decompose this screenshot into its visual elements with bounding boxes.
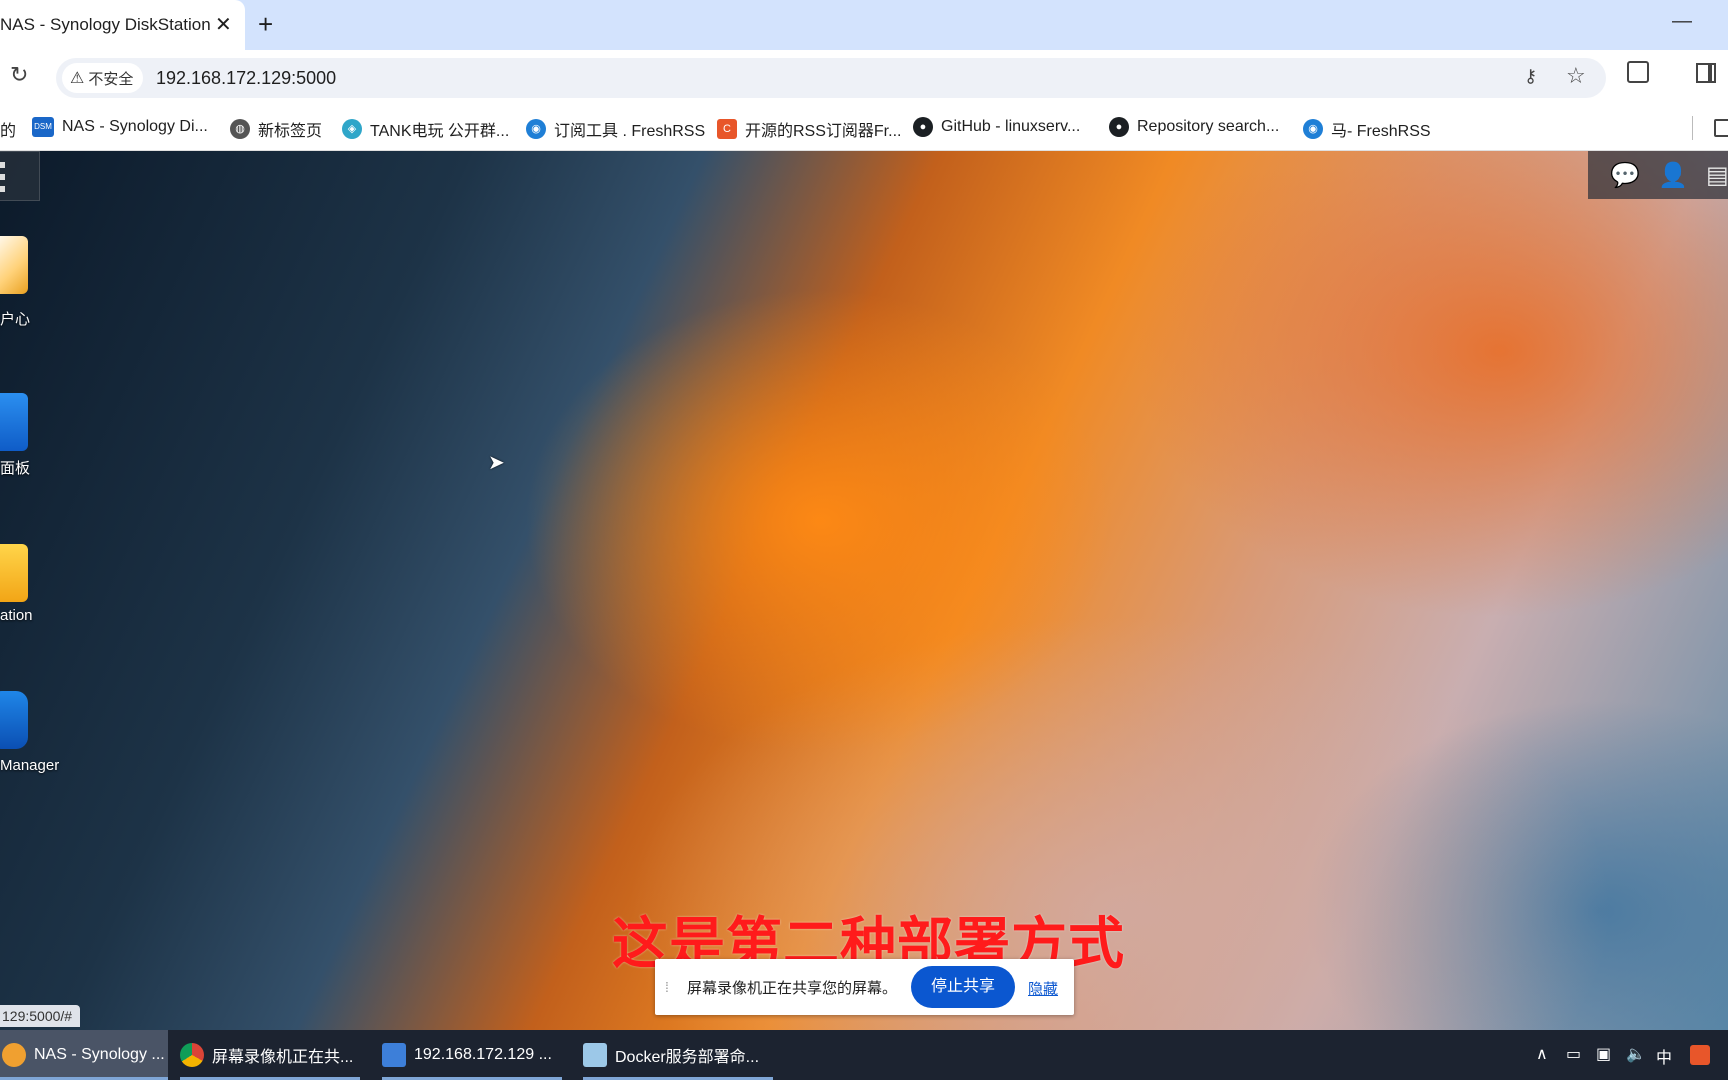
control-panel-icon	[0, 393, 28, 451]
security-chip[interactable]: ⚠ 不安全	[62, 63, 144, 93]
main-menu-button[interactable]	[0, 151, 40, 201]
new-tab-button[interactable]: +	[258, 9, 273, 40]
tab-close-icon[interactable]: ✕	[215, 12, 232, 37]
desktop-shortcut-label: 面板	[0, 460, 31, 477]
tab-title: NAS - Synology DiskStation	[0, 15, 211, 34]
taskbar-item-notepad[interactable]: Docker服务部署命...	[583, 1030, 773, 1080]
bookmark-freshrss-tool[interactable]: ◉ 订阅工具 . FreshRSS	[526, 117, 705, 141]
file-station-icon	[0, 544, 28, 602]
desktop-shortcut-label: ation	[0, 607, 33, 624]
taskbar-item-nas[interactable]: NAS - Synology ...	[0, 1030, 168, 1080]
taskbar-label: Docker服务部署命...	[615, 1049, 760, 1066]
extensions-icon[interactable]	[1627, 61, 1649, 83]
taskbar-item-screen-recorder[interactable]: 屏幕录像机正在共...	[180, 1030, 360, 1080]
bookmark-label: NAS - Synology Di...	[62, 118, 208, 135]
globe-icon: ◍	[230, 119, 250, 139]
bookmark-github-linuxserver[interactable]: ● GitHub - linuxserv...	[913, 117, 1080, 137]
tab-strip: NAS - Synology DiskStation ✕ + —	[0, 0, 1728, 50]
github-icon: ●	[913, 117, 933, 137]
security-label: 不安全	[88, 70, 134, 88]
bookmarks-bar: 的 DSM NAS - Synology Di... ◍ 新标签页 ◈ TANK…	[0, 106, 1728, 151]
taskbar-item-remote-desktop[interactable]: 192.168.172.129 ...	[382, 1030, 562, 1080]
side-panel-icon[interactable]	[1696, 63, 1716, 83]
bookmark-tank[interactable]: ◈ TANK电玩 公开群...	[342, 117, 509, 141]
taskbar-label: NAS - Synology ...	[34, 1046, 165, 1063]
bookmark-label: 开源的RSS订阅器Fr...	[745, 123, 902, 140]
chrome-icon	[2, 1043, 26, 1067]
github-icon: ●	[1109, 117, 1129, 137]
hide-link[interactable]: 隐藏	[1028, 978, 1058, 999]
windows-taskbar: NAS - Synology ... 屏幕录像机正在共... 192.168.1…	[0, 1030, 1728, 1080]
bookmark-repo-search[interactable]: ● Repository search...	[1109, 117, 1279, 137]
package-center-icon	[0, 236, 28, 294]
dsm-icon: DSM	[32, 117, 54, 137]
notepad-icon	[583, 1043, 607, 1067]
warning-icon: ⚠	[70, 70, 85, 87]
minimize-button[interactable]: —	[1672, 10, 1692, 33]
desktop-shortcut-label: Manager	[0, 757, 60, 774]
bookmark-label: Repository search...	[1137, 118, 1280, 135]
url-text[interactable]: 192.168.172.129:5000	[156, 68, 336, 89]
tank-icon: ◈	[342, 119, 362, 139]
input-method-icon[interactable]	[1690, 1045, 1710, 1065]
dsm-desktop: 💬 👤 ▤ 户心 面板 ation Manager ➤ 这是第二种部署方式 ⁞ …	[0, 151, 1728, 1030]
status-url-bubble: 129:5000/#	[0, 1005, 81, 1027]
bookmark-label: GitHub - linuxserv...	[941, 118, 1081, 135]
bookmark-new-tab[interactable]: ◍ 新标签页	[230, 117, 322, 141]
share-message: 屏幕录像机正在共享您的屏幕。	[687, 980, 898, 997]
taskbar-label: 屏幕录像机正在共...	[212, 1049, 354, 1066]
chrome-icon	[180, 1043, 204, 1067]
ime-indicator[interactable]: 中	[1656, 1044, 1672, 1068]
network-icon[interactable]: ▣	[1596, 1044, 1611, 1064]
csdn-icon: C	[717, 119, 737, 139]
browser-toolbar: ↻ ⚠ 不安全 192.168.172.129:5000 ⚷ ☆	[0, 50, 1728, 106]
bookmark-label: TANK电玩 公开群...	[370, 123, 510, 140]
notification-icon[interactable]: 💬	[1610, 161, 1640, 190]
dsm-top-tray: 💬 👤 ▤	[1588, 151, 1728, 199]
freshrss-icon: ◉	[526, 119, 546, 139]
address-bar[interactable]: ⚠ 不安全 192.168.172.129:5000 ⚷ ☆	[56, 58, 1606, 98]
taskbar-label: 192.168.172.129 ...	[414, 1046, 552, 1063]
drag-handle-icon[interactable]: ⁞	[665, 979, 669, 995]
bookmark-nas[interactable]: DSM NAS - Synology Di...	[32, 117, 208, 137]
bookmark-label: 订阅工具 . FreshRSS	[554, 123, 706, 140]
key-icon[interactable]: ⚷	[1524, 66, 1537, 87]
volume-icon[interactable]: 🔈	[1626, 1044, 1646, 1064]
bookmark-star-icon[interactable]: ☆	[1566, 63, 1586, 89]
bookmark-csdn[interactable]: C 开源的RSS订阅器Fr...	[717, 117, 901, 141]
tab-active[interactable]: NAS - Synology DiskStation ✕	[0, 0, 245, 50]
user-icon[interactable]: 👤	[1658, 161, 1688, 190]
folder-icon[interactable]	[1714, 119, 1728, 137]
desktop-shortcut-label: 户心	[0, 311, 31, 328]
bookmark-freshrss[interactable]: ◉ 马- FreshRSS	[1303, 117, 1431, 141]
reload-icon[interactable]: ↻	[10, 62, 28, 88]
screen-share-bar: ⁞ 屏幕录像机正在共享您的屏幕。 停止共享 隐藏	[655, 959, 1074, 1015]
remote-desktop-icon	[382, 1043, 406, 1067]
bookmark-truncated[interactable]: 的	[0, 117, 16, 141]
stop-sharing-button[interactable]: 停止共享	[911, 966, 1015, 1008]
bookmark-label: 马- FreshRSS	[1331, 123, 1431, 140]
container-manager-icon	[0, 691, 28, 749]
freshrss-icon: ◉	[1303, 119, 1323, 139]
show-hidden-icons-chevron[interactable]: ∧	[1536, 1044, 1548, 1064]
battery-icon[interactable]: ▭	[1566, 1044, 1581, 1064]
mouse-cursor-icon: ➤	[488, 452, 505, 474]
bookmarks-divider	[1692, 116, 1693, 140]
bookmark-label: 新标签页	[258, 123, 323, 140]
widgets-icon[interactable]: ▤	[1706, 161, 1728, 190]
